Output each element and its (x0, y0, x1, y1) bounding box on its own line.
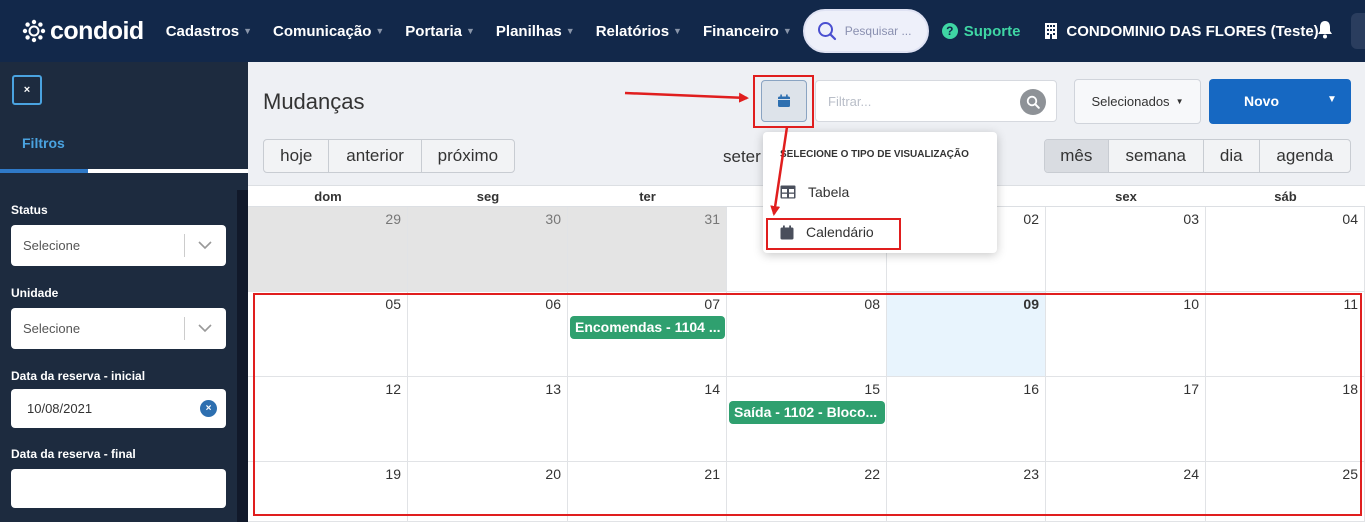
arrow-to-view-button (624, 91, 749, 103)
annotation-arrows (624, 91, 789, 216)
arrow-to-calendar-option (770, 126, 789, 216)
